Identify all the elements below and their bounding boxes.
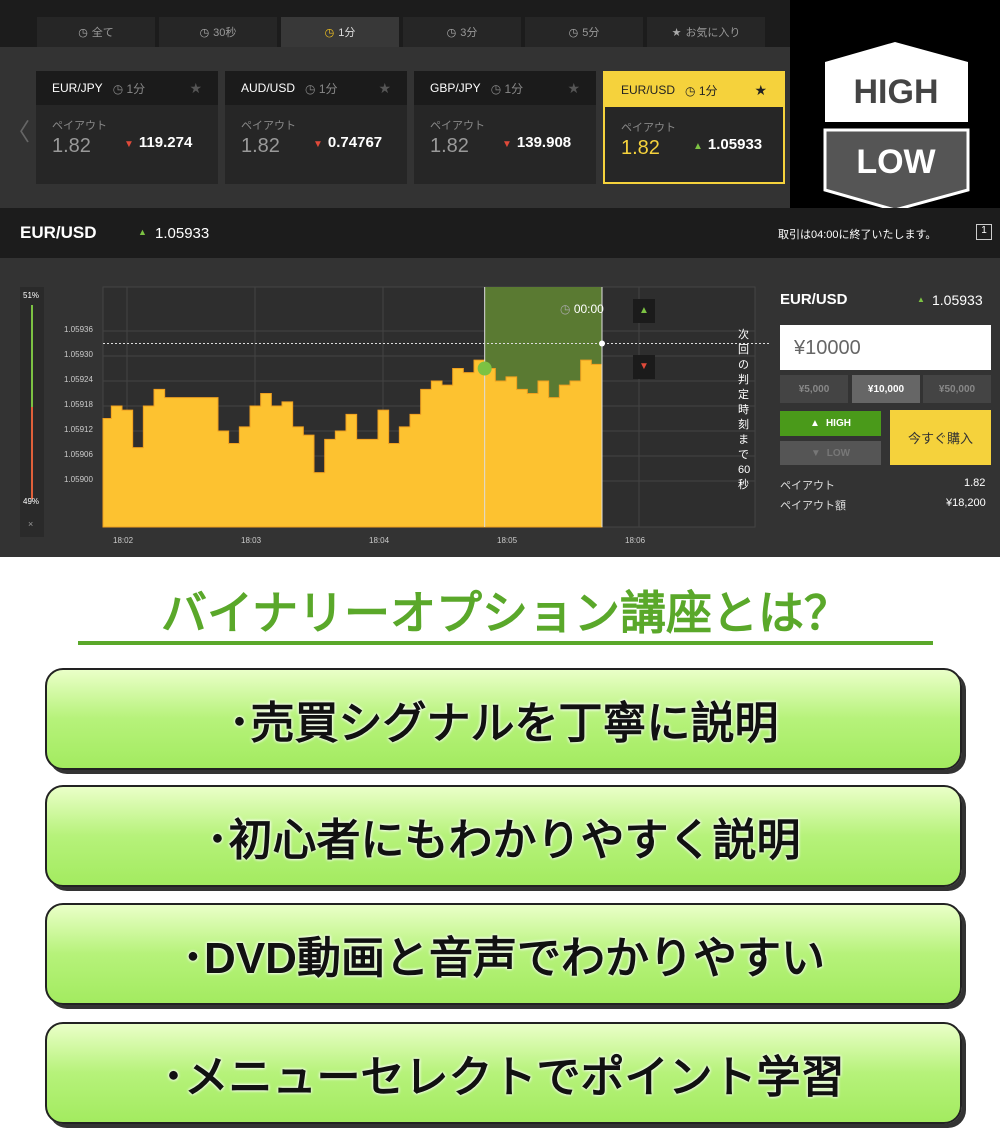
x-tick: 18:03	[241, 536, 262, 545]
price-chart	[102, 286, 770, 528]
down-arrow-icon: ▼	[810, 447, 821, 459]
promo-item: ･DVD動画と音声でわかりやすい	[45, 903, 962, 1005]
low-button[interactable]: ▼ LOW	[780, 441, 881, 465]
timer-icon: ◷	[560, 302, 574, 316]
high-marker-icon[interactable]: ▲	[633, 299, 655, 323]
y-tick: 1.05924	[64, 375, 93, 384]
x-tick: 18:05	[497, 536, 518, 545]
low-marker-icon[interactable]: ▼	[633, 355, 655, 379]
payout-amount-label: ペイアウト額	[780, 500, 846, 512]
panel-pair: EUR/USD	[780, 291, 848, 308]
promo-item: ･初心者にもわかりやすく説明	[45, 785, 962, 887]
entry-marker-icon	[477, 361, 492, 376]
up-arrow-icon: ▲	[810, 418, 820, 429]
promo-title: バイナリーオプション講座とは？	[78, 585, 933, 645]
x-tick: 18:02	[113, 536, 134, 545]
panel-price: 1.05933	[932, 292, 983, 308]
preset-50000[interactable]: ¥50,000	[923, 375, 991, 403]
y-tick: 1.05918	[64, 400, 93, 409]
high-label: HIGH	[825, 418, 851, 429]
low-label: LOW	[826, 447, 851, 459]
preset-5000[interactable]: ¥5,000	[780, 375, 848, 403]
buy-now-button[interactable]: 今すぐ購入	[890, 410, 991, 465]
x-tick: 18:06	[625, 536, 646, 545]
promo-item: ･売買シグナルを丁寧に説明	[45, 668, 962, 770]
preset-10000[interactable]: ¥10,000	[852, 375, 920, 403]
high-button[interactable]: ▲ HIGH	[780, 411, 881, 436]
y-tick: 1.05900	[64, 475, 93, 484]
payout-amount-value: ¥18,200	[946, 497, 986, 509]
y-tick: 1.05912	[64, 425, 93, 434]
x-tick: 18:04	[369, 536, 390, 545]
payout-value: 1.82	[964, 477, 986, 489]
y-tick: 1.05906	[64, 450, 93, 459]
y-tick: 1.05936	[64, 325, 93, 334]
next-judgement-note: 次回の判定時刻まで60秒	[738, 329, 751, 491]
up-arrow-icon: ▲	[917, 295, 925, 304]
y-tick: 1.05930	[64, 350, 93, 359]
amount-input[interactable]: ¥10000	[780, 325, 991, 370]
countdown-timer: ◷ 00:00	[560, 302, 604, 316]
timer-value: 00:00	[573, 302, 604, 316]
promo-item: ･メニューセレクトでポイント学習	[45, 1022, 962, 1124]
current-point	[599, 340, 605, 347]
payout-label: ペイアウト	[780, 480, 835, 492]
